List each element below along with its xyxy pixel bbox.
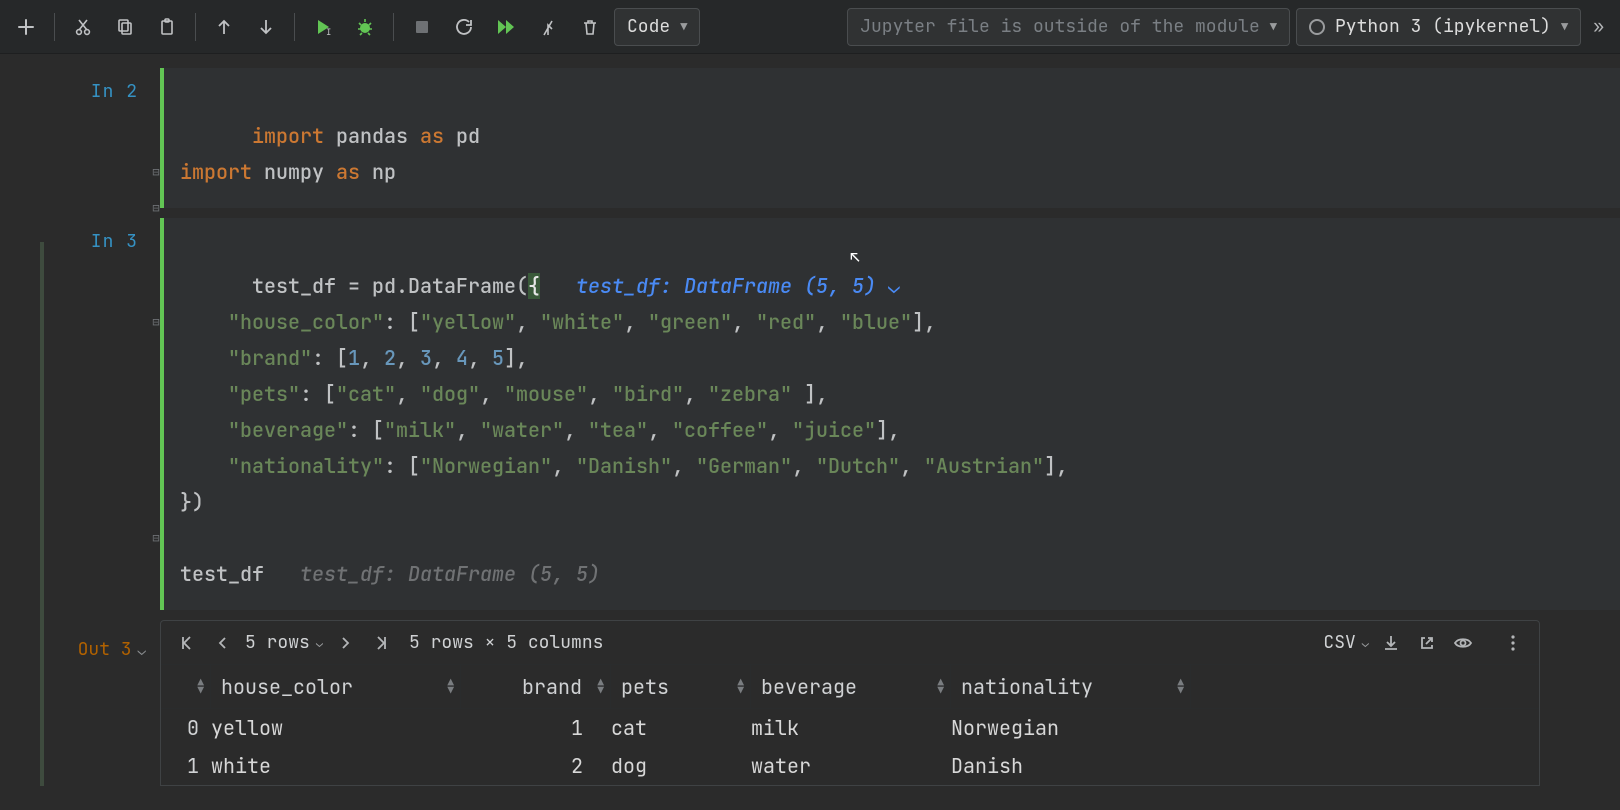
chevron-down-icon: ▼	[1270, 19, 1277, 35]
more-options-button[interactable]	[1499, 629, 1527, 657]
sort-icon: ▲▼	[447, 679, 454, 695]
cell-idx: 0	[161, 715, 211, 741]
svg-text:I: I	[326, 26, 331, 37]
execution-indicator	[40, 242, 44, 786]
cell-value: yellow	[211, 715, 461, 741]
cell-value: Danish	[951, 753, 1191, 779]
sort-icon: ▲▼	[737, 679, 744, 695]
cell-value: 1	[461, 715, 611, 741]
paste-button[interactable]	[149, 9, 185, 45]
column-header[interactable]: house_color▲▼	[211, 665, 461, 708]
fold-gutter[interactable]: ⊟⊟	[148, 304, 164, 556]
separator	[294, 13, 295, 41]
prompt-label: Out 3⌄	[0, 620, 160, 786]
cell-out-3: Out 3⌄ 5 rows⌄ 5 rows × 5 columns CSV⌄ ▲…	[0, 620, 1620, 786]
add-cell-button[interactable]	[8, 9, 44, 45]
cell-value: water	[751, 753, 951, 779]
copy-button[interactable]	[107, 9, 143, 45]
cell-value: 2	[461, 753, 611, 779]
sort-icon: ▲▼	[597, 679, 604, 695]
chevron-down-icon: ⌄	[1362, 635, 1369, 651]
separator	[393, 13, 394, 41]
cell-type-dropdown[interactable]: Code ▼	[614, 8, 700, 46]
restart-button[interactable]	[446, 9, 482, 45]
table-row[interactable]: 0 yellow 1 cat milk Norwegian	[161, 709, 1539, 747]
cell-value: dog	[611, 753, 751, 779]
separator	[54, 13, 55, 41]
page-next-button[interactable]	[331, 629, 359, 657]
column-header[interactable]: brand▲▼	[461, 665, 611, 708]
prompt-label: In 3	[0, 218, 160, 610]
page-first-button[interactable]	[173, 629, 201, 657]
cell-idx: 1	[161, 753, 211, 779]
column-header[interactable]: nationality▲▼	[951, 665, 1191, 708]
cell-in-2[interactable]: In 2 ⊟⊟import pandas as pd import numpy …	[0, 68, 1620, 208]
export-format-dropdown[interactable]: CSV⌄	[1323, 631, 1369, 654]
cut-button[interactable]	[65, 9, 101, 45]
cell-value: milk	[751, 715, 951, 741]
rows-dropdown[interactable]: 5 rows⌄	[245, 631, 323, 654]
rows-summary: 5 rows × 5 columns	[409, 631, 603, 654]
table-row[interactable]: 1 white 2 dog water Danish	[161, 747, 1539, 785]
notebook-area: ✔ In 2 ⊟⊟import pandas as pd import nump…	[0, 54, 1620, 786]
page-prev-button[interactable]	[209, 629, 237, 657]
code-editor[interactable]: ⊟⊟test_df = pd.DataFrame({ test_df: Data…	[164, 218, 1620, 610]
module-status-dropdown[interactable]: Jupyter file is outside of the module ▼	[847, 8, 1290, 46]
cell-value: Norwegian	[951, 715, 1191, 741]
dataframe-output: 5 rows⌄ 5 rows × 5 columns CSV⌄ ▲▼ house…	[160, 620, 1540, 786]
separator	[195, 13, 196, 41]
column-header[interactable]: beverage▲▼	[751, 665, 951, 708]
chevron-down-icon: ▼	[1561, 19, 1568, 35]
sort-icon: ▲▼	[937, 679, 944, 695]
notebook-toolbar: I Code ▼ Jupyter file is outside of the m…	[0, 0, 1620, 54]
inline-hint[interactable]: test_df: DataFrame (5, 5) ⌄	[576, 273, 900, 299]
inline-hint: test_df: DataFrame (5, 5)	[300, 561, 600, 587]
kernel-idle-icon	[1309, 19, 1325, 35]
column-header[interactable]: pets▲▼	[611, 665, 751, 708]
prompt-label: In 2	[0, 68, 160, 208]
sort-icon: ▲▼	[197, 679, 204, 695]
kernel-label: Python 3 (ipykernel)	[1335, 15, 1551, 38]
code-editor[interactable]: ⊟⊟import pandas as pd import numpy as np	[164, 68, 1620, 208]
cell-value: white	[211, 753, 461, 779]
debug-cell-button[interactable]	[347, 9, 383, 45]
cell-value: cat	[611, 715, 751, 741]
run-all-button[interactable]	[488, 9, 524, 45]
module-status-label: Jupyter file is outside of the module	[860, 15, 1260, 38]
output-toolbar: 5 rows⌄ 5 rows × 5 columns CSV⌄	[161, 621, 1539, 665]
show-hide-button[interactable]	[1449, 629, 1477, 657]
kernel-dropdown[interactable]: Python 3 (ipykernel) ▼	[1296, 8, 1581, 46]
page-last-button[interactable]	[367, 629, 395, 657]
download-button[interactable]	[1377, 629, 1405, 657]
run-cell-button[interactable]: I	[305, 9, 341, 45]
cell-in-3[interactable]: In 3 ⊟⊟test_df = pd.DataFrame({ test_df:…	[0, 218, 1620, 610]
clear-outputs-button[interactable]	[530, 9, 566, 45]
fold-gutter[interactable]: ⊟⊟	[148, 154, 164, 226]
open-new-button[interactable]	[1413, 629, 1441, 657]
move-up-button[interactable]	[206, 9, 242, 45]
chevron-down-icon[interactable]: ⌄	[138, 642, 146, 660]
toolbar-overflow-button[interactable]: »	[1587, 15, 1612, 38]
chevron-down-icon: ▼	[680, 19, 687, 35]
cell-type-label: Code	[627, 15, 670, 38]
sort-icon: ▲▼	[1177, 679, 1184, 695]
column-index[interactable]: ▲▼	[161, 665, 211, 708]
move-down-button[interactable]	[248, 9, 284, 45]
table-header: ▲▼ house_color▲▼ brand▲▼ pets▲▼ beverage…	[161, 665, 1539, 709]
mouse-cursor-icon: ↖	[850, 240, 860, 276]
interrupt-button[interactable]	[404, 9, 440, 45]
delete-cell-button[interactable]	[572, 9, 608, 45]
chevron-down-icon: ⌄	[316, 635, 323, 651]
